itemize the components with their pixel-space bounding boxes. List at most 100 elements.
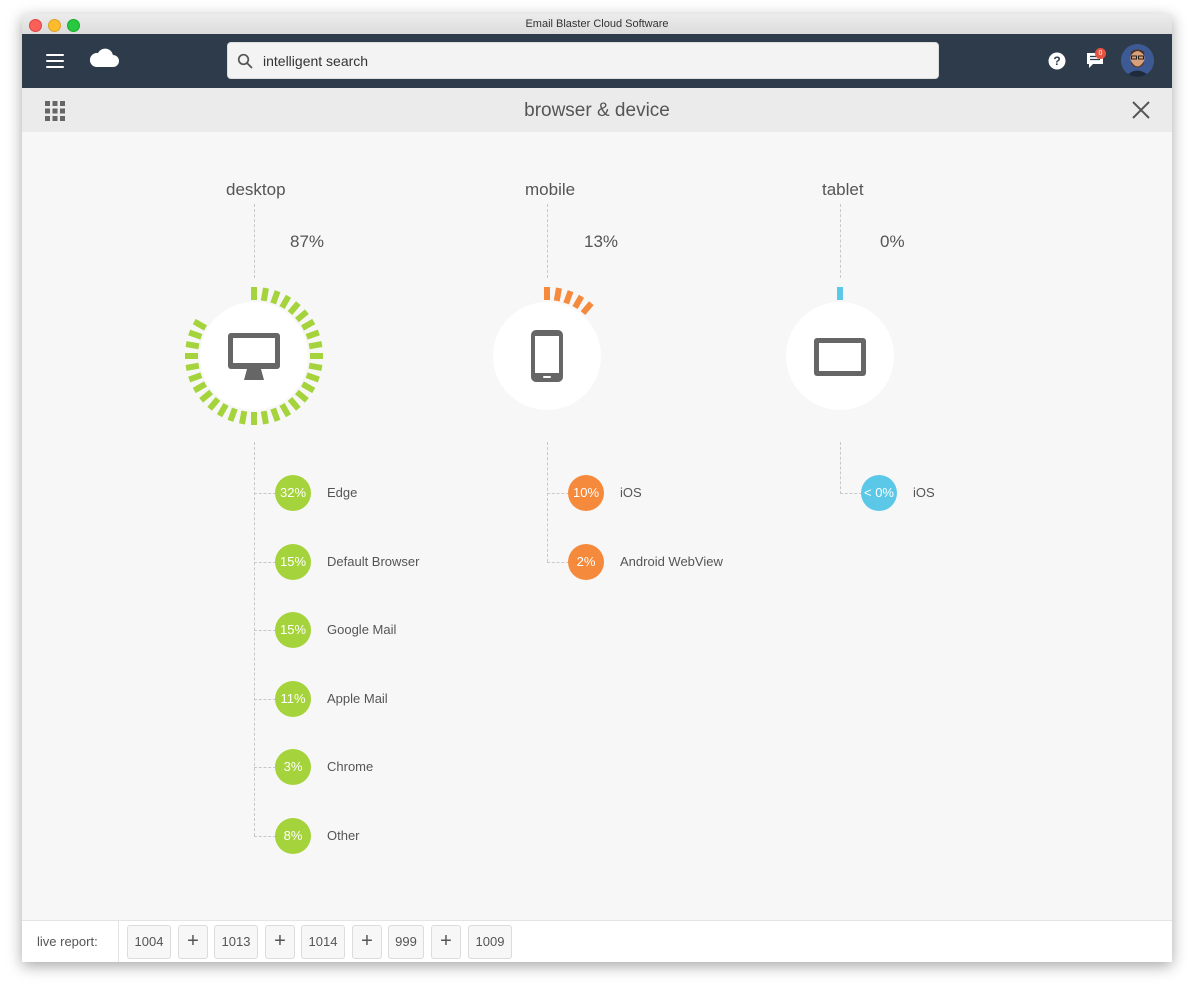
ring-segment (544, 287, 550, 300)
cloud-logo-icon[interactable] (88, 47, 120, 69)
add-report-button[interactable]: + (265, 925, 295, 959)
connector-line (254, 836, 276, 837)
avatar[interactable] (1121, 44, 1154, 77)
ring-segment (305, 372, 320, 383)
search-input[interactable]: intelligent search (263, 53, 368, 69)
report-button[interactable]: 1013 (214, 925, 258, 959)
help-icon[interactable]: ? (1048, 52, 1066, 70)
ring-segment (580, 301, 594, 316)
ring-segment (310, 353, 323, 359)
browser-share-badge: 32% (275, 475, 311, 511)
ring-segment (553, 287, 562, 302)
browser-share-badge: 2% (568, 544, 604, 580)
ring-segment (572, 294, 585, 310)
ring-segment (251, 412, 257, 425)
browser-name-label: Google Mail (327, 622, 397, 637)
connector-line (254, 562, 276, 563)
report-button[interactable]: 999 (388, 925, 424, 959)
ring-segment (192, 381, 208, 394)
browser-name-label: Apple Mail (327, 691, 388, 706)
close-icon[interactable] (1132, 101, 1150, 119)
browser-share-badge: 8% (275, 818, 311, 854)
ring-segment (188, 329, 203, 340)
device-percent-mobile: 13% (584, 232, 619, 251)
ring-segment (199, 389, 214, 403)
ring-segment (837, 287, 843, 300)
ring-segment (251, 287, 257, 300)
ring-segment (279, 402, 292, 418)
menu-icon[interactable] (46, 54, 64, 68)
ring-segment (207, 396, 221, 411)
ring-segment (185, 362, 200, 371)
search-icon (237, 53, 253, 69)
ring-segment (260, 287, 269, 302)
add-report-button[interactable]: + (178, 925, 208, 959)
svg-text:?: ? (1053, 54, 1060, 68)
window-title: Email Blaster Cloud Software (525, 18, 669, 30)
ring-segment (305, 329, 320, 340)
ring-segment (185, 341, 200, 350)
ring-segment (227, 407, 238, 422)
device-label-desktop: desktop (226, 180, 286, 199)
device-label-tablet: tablet (822, 180, 864, 199)
browser-name-label: Android WebView (620, 554, 723, 569)
report-button[interactable]: 1009 (468, 925, 512, 959)
top-navigation-bar: intelligent search ? 0 (22, 34, 1172, 88)
mobile-phone-icon (531, 330, 563, 382)
ring-segment (294, 309, 309, 323)
ring-segment (308, 362, 323, 371)
live-report-bar: live report: 1004 + 1013 + 1014 + 999 + … (22, 920, 1172, 962)
ring-segment (192, 318, 208, 331)
device-percent-desktop: 87% (290, 232, 325, 251)
ring-segment (279, 294, 292, 310)
connector-line (547, 562, 569, 563)
ring-segment (294, 389, 309, 403)
desktop-monitor-icon (228, 333, 280, 380)
ring-segment (270, 407, 281, 422)
browser-share-badge: 11% (275, 681, 311, 717)
connector-line (840, 493, 862, 494)
browser-share-badge: < 0% (861, 475, 897, 511)
browser-name-label: iOS (620, 485, 642, 500)
connector-line (547, 493, 569, 494)
add-report-button[interactable]: + (352, 925, 382, 959)
app-window: Email Blaster Cloud Software intelligent… (22, 14, 1172, 962)
notification-badge: 0 (1095, 48, 1106, 59)
connector-line (254, 767, 276, 768)
live-report-label: live report: (37, 934, 98, 949)
search-bar[interactable]: intelligent search (227, 42, 939, 79)
connector-line (254, 699, 276, 700)
browser-share-badge: 15% (275, 544, 311, 580)
ring-segment (308, 341, 323, 350)
browser-name-label: iOS (913, 485, 935, 500)
ring-segment (287, 396, 301, 411)
ring-segment (188, 372, 203, 383)
ring-segment (287, 301, 301, 316)
ring-segment (185, 353, 198, 359)
browser-share-badge: 3% (275, 749, 311, 785)
device-label-mobile: mobile (525, 180, 576, 199)
browser-name-label: Default Browser (327, 554, 420, 569)
browser-name-label: Other (327, 828, 360, 843)
panel-header: browser & device (22, 88, 1172, 132)
ring-segment (300, 381, 316, 394)
report-button[interactable]: 1014 (301, 925, 345, 959)
connector-line (254, 630, 276, 631)
ring-segment (270, 290, 281, 305)
tablet-icon (814, 338, 866, 376)
device-percent-tablet: 0% (880, 232, 905, 251)
page-title: browser & device (524, 100, 670, 121)
device-breakdown-panel: desktop 87% mobile 13% tablet 0% 32% Edg… (22, 132, 1172, 894)
ring-segment (239, 410, 248, 425)
browser-name-label: Chrome (327, 759, 374, 774)
connector-line (254, 493, 276, 494)
report-button[interactable]: 1004 (127, 925, 171, 959)
ring-segment (260, 410, 269, 425)
browser-share-badge: 15% (275, 612, 311, 648)
ring-segment (300, 318, 316, 331)
browser-share-badge: 10% (568, 475, 604, 511)
add-report-button[interactable]: + (431, 925, 461, 959)
ring-segment (216, 402, 229, 418)
browser-name-label: Edge (327, 485, 358, 500)
ring-segment (563, 290, 574, 305)
